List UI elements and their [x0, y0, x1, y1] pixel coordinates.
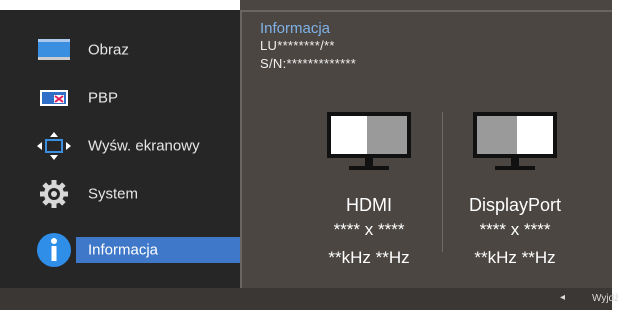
panel-title: Informacja — [260, 20, 331, 37]
monitor-icon — [473, 112, 557, 170]
source-resolution: **** x **** — [479, 220, 551, 239]
monitor-icon — [327, 112, 411, 170]
sidebar-item-system[interactable]: System — [0, 176, 240, 212]
monitor-icon — [38, 39, 70, 60]
right-border — [612, 0, 618, 310]
source-displayport: DisplayPort **** x **** **kHz **Hz — [440, 110, 590, 268]
sidebar-item-label: Obraz — [88, 41, 129, 59]
sidebar-item-label: Wyśw. ekranowy — [88, 137, 200, 155]
sidebar-item-obraz[interactable]: Obraz — [0, 32, 240, 68]
sidebar: Obraz PBP Wyśw. ekranowy System Informac… — [0, 10, 240, 288]
exit-button[interactable]: Wyjdź — [592, 293, 618, 304]
source-hdmi: HDMI **** x **** **kHz **Hz — [294, 110, 444, 268]
sidebar-item-label: Informacja — [88, 241, 159, 259]
source-label: DisplayPort — [468, 195, 562, 215]
sidebar-item-pbp[interactable]: PBP — [0, 80, 240, 116]
info-panel: Informacja LU********/** S/N:***********… — [240, 10, 612, 288]
osd-menu: Obraz PBP Wyśw. ekranowy System Informac… — [0, 0, 618, 310]
sidebar-item-label: PBP — [88, 89, 119, 107]
source-frequency: **kHz **Hz — [474, 248, 556, 267]
info-icon — [37, 233, 71, 267]
gear-icon — [40, 180, 68, 208]
source-label: HDMI — [346, 195, 392, 215]
serial-number: S/N:************* — [260, 56, 357, 71]
sidebar-item-label: System — [88, 185, 139, 203]
model-number: LU********/** — [260, 38, 335, 53]
sidebar-item-informacja[interactable]: Informacja — [0, 232, 240, 268]
source-resolution: **** x **** — [333, 220, 405, 239]
osd-arrows-icon — [37, 132, 71, 160]
sidebar-item-osd[interactable]: Wyśw. ekranowy — [0, 128, 240, 164]
left-arrow-icon[interactable]: ◂ — [560, 292, 565, 303]
source-frequency: **kHz **Hz — [328, 248, 410, 267]
top-border — [0, 0, 240, 10]
pbp-icon — [40, 90, 68, 106]
footer-bar: ◂ Wyjdź — [0, 288, 618, 310]
